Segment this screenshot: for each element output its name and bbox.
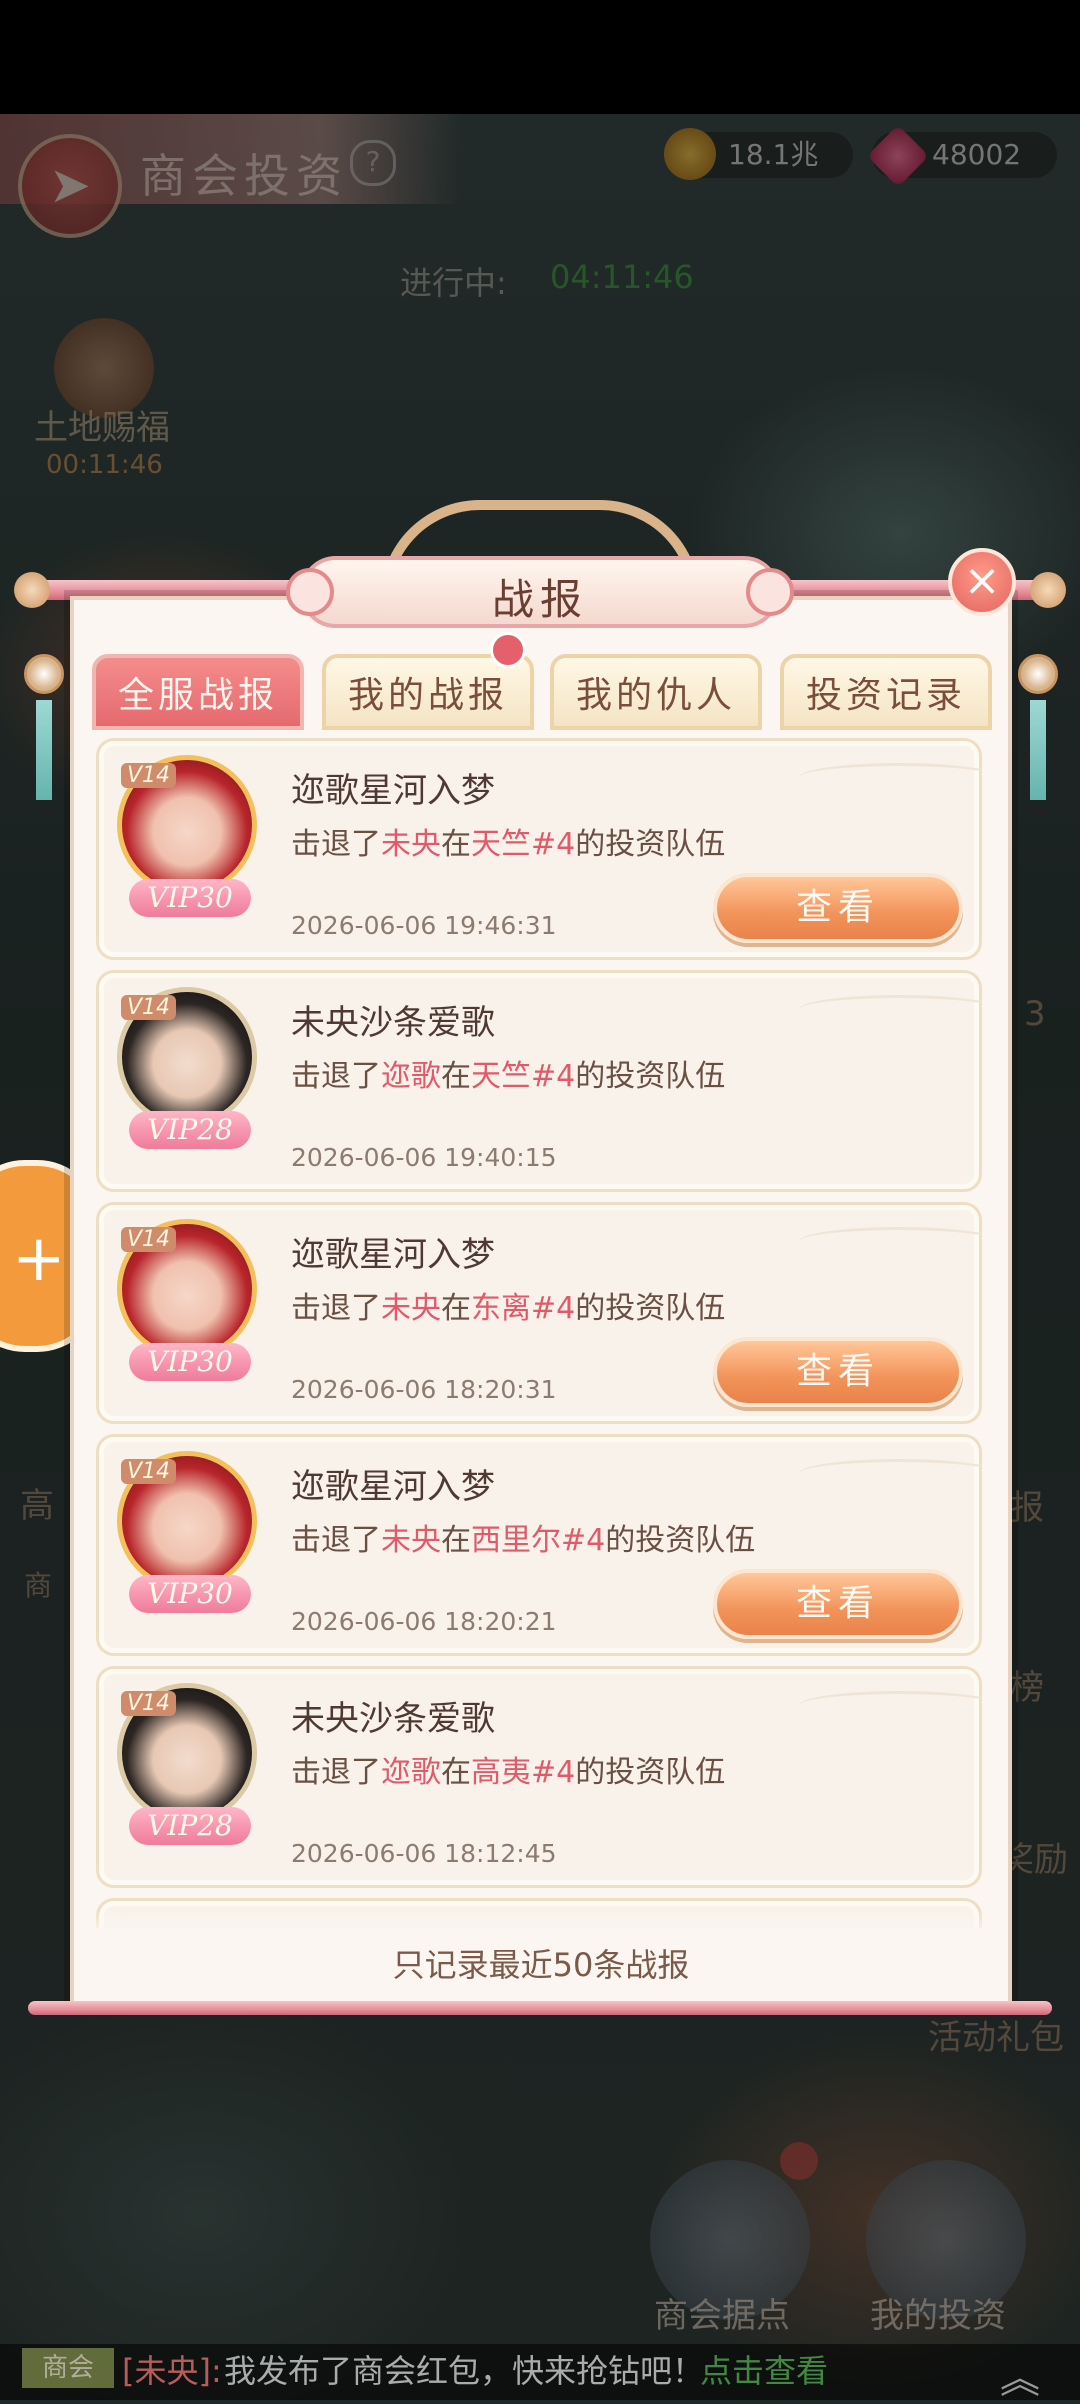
report-text: 击退了未央在东离#4的投资队伍 [291,1291,726,1326]
tassel-knob-left [24,654,64,694]
view-button[interactable]: 查看 [713,1569,963,1639]
report-card: V14 VIP30 迩歌星河入梦 击退了未央在东离#4的投资队伍 2026-06… [96,1202,982,1424]
tassel-right [1030,700,1046,800]
chat-message: 我发布了商会红包，快来抢钻吧！ [224,2352,705,2390]
level-badge: V14 [121,995,177,1020]
tab-my-enemies[interactable]: 我的仇人 [550,654,762,730]
location-name: 高夷#4 [471,1755,576,1790]
target-name: 未央 [381,1291,441,1326]
view-button[interactable]: 查看 [713,1337,963,1407]
vip-badge: VIP28 [129,1807,251,1845]
decor-swirl [799,1459,982,1488]
tassel-knob-right [1018,654,1058,694]
report-card: V14 VIP28 未央沙条爱歌 击退了迩歌在天竺#4的投资队伍 2026-06… [96,970,982,1192]
report-time: 2026-06-06 18:20:31 [291,1375,557,1404]
list-fade [96,1910,982,1936]
close-icon: × [963,555,1001,606]
target-name: 未央 [381,827,441,862]
view-button[interactable]: 查看 [713,873,963,943]
report-text: 击退了未央在西里尔#4的投资队伍 [291,1523,756,1558]
level-badge: V14 [121,1227,177,1252]
close-button[interactable]: × [948,548,1016,616]
report-time: 2026-06-06 18:12:45 [291,1839,557,1868]
report-time: 2026-06-06 18:20:21 [291,1607,557,1636]
player-name: 未央沙条爱歌 [291,1003,495,1043]
tassel-left [36,700,52,800]
decor-swirl [799,1691,982,1720]
chat-sender: [未央]: [122,2352,222,2390]
report-list[interactable]: V14 VIP30 迩歌星河入梦 击退了未央在天竺#4的投资队伍 2026-06… [96,738,982,1928]
level-badge: V14 [121,1691,177,1716]
vip-badge: VIP30 [129,1575,251,1613]
plus-icon: + [12,1222,66,1296]
target-name: 迩歌 [381,1755,441,1790]
location-name: 西里尔#4 [471,1523,606,1558]
location-name: 天竺#4 [471,1059,576,1094]
report-card: V14 VIP28 未央沙条爱歌 击退了迩歌在高夷#4的投资队伍 2026-06… [96,1666,982,1888]
target-name: 未央 [381,1523,441,1558]
player-name: 迩歌星河入梦 [291,771,495,811]
report-text: 击退了未央在天竺#4的投资队伍 [291,827,726,862]
report-text: 击退了迩歌在天竺#4的投资队伍 [291,1059,726,1094]
report-time: 2026-06-06 19:40:15 [291,1143,557,1172]
decor-swirl [799,995,982,1024]
report-card: V14 VIP30 迩歌星河入梦 击退了未央在天竺#4的投资队伍 2026-06… [96,738,982,960]
scroll-rod-bottom [28,2001,1052,2015]
tab-server-reports[interactable]: 全服战报 [92,654,304,730]
player-name: 迩歌星河入梦 [291,1235,495,1275]
footer-note: 只记录最近50条战报 [392,1946,690,1984]
chevron-up-icon[interactable]: ︽ [1000,2346,1040,2404]
vip-badge: VIP28 [129,1111,251,1149]
rod-knob-right [1030,572,1066,608]
decor-swirl [799,763,982,792]
target-name: 迩歌 [381,1059,441,1094]
vip-badge: VIP30 [129,1343,251,1381]
chat-channel-tag: 商会 [22,2348,114,2388]
report-time: 2026-06-06 19:46:31 [291,911,557,940]
rod-knob-left [14,572,50,608]
player-name: 未央沙条爱歌 [291,1699,495,1739]
player-name: 迩歌星河入梦 [291,1467,495,1507]
vip-badge: VIP30 [129,879,251,917]
location-name: 东离#4 [471,1291,576,1326]
level-badge: V14 [121,1459,177,1484]
decor-swirl [799,1227,982,1256]
status-bar [0,0,1080,114]
level-badge: V14 [121,763,177,788]
report-text: 击退了迩歌在高夷#4的投资队伍 [291,1755,726,1790]
chat-view-link[interactable]: 点击查看 [700,2346,828,2392]
tab-notification-badge [490,632,526,668]
modal-title: 战报 [491,575,588,624]
location-name: 天竺#4 [471,827,576,862]
tab-investment-records[interactable]: 投资记录 [780,654,992,730]
report-card: V14 VIP30 迩歌星河入梦 击退了未央在西里尔#4的投资队伍 2026-0… [96,1434,982,1656]
